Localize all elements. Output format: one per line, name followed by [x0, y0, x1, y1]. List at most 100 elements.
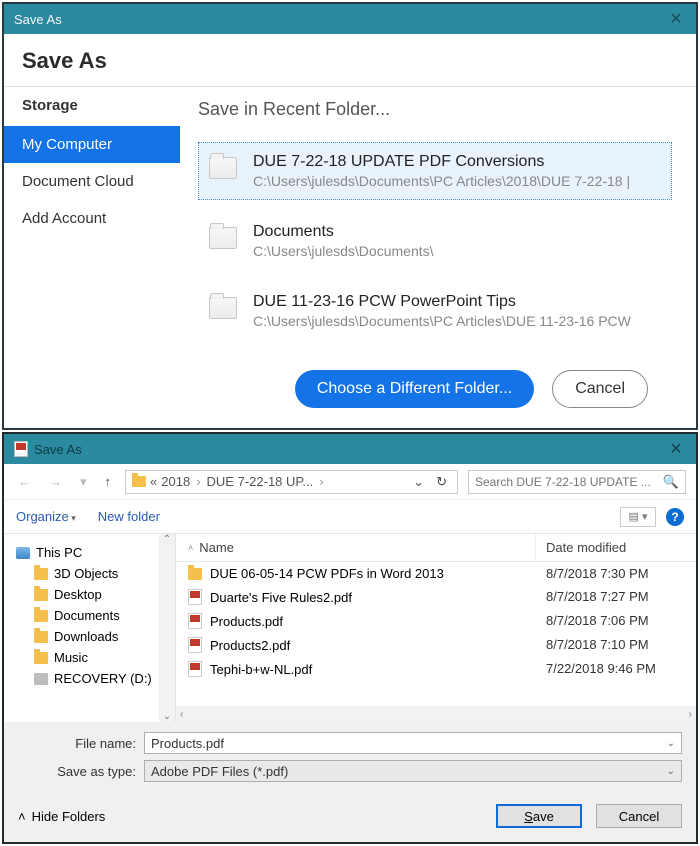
filename-label: File name:	[18, 736, 136, 751]
column-header-date[interactable]: Date modified	[536, 534, 696, 561]
folder-icon	[209, 157, 237, 179]
refresh-icon[interactable]: ↻	[432, 474, 451, 490]
chevron-up-icon: ˄	[18, 809, 26, 824]
folder-icon	[34, 652, 48, 664]
hide-folders-toggle[interactable]: ˄ Hide Folders	[18, 809, 105, 824]
nav-bar: ← → ▾ ↑ « 2018 › DUE 7-22-18 UP... › ⌄ ↻…	[4, 464, 696, 500]
search-icon[interactable]: 🔍	[663, 474, 679, 490]
folder-icon	[132, 476, 146, 487]
window-title: Save As	[34, 442, 82, 457]
storage-sidebar: Storage My Computer Document Cloud Add A…	[4, 87, 180, 428]
folder-tree: This PC 3D Objects Desktop Documents Dow…	[4, 534, 176, 722]
save-as-type-select[interactable]: Adobe PDF Files (*.pdf) ⌄	[144, 760, 682, 782]
storage-header: Storage	[4, 87, 180, 126]
tree-item-recovery-d[interactable]: RECOVERY (D:)	[16, 668, 171, 689]
recent-folder-row[interactable]: Documents C:\Users\julesds\Documents\	[198, 212, 672, 270]
tree-item-label: Downloads	[54, 629, 118, 644]
close-icon[interactable]: ✕	[666, 9, 686, 29]
sidebar-item-add-account[interactable]: Add Account	[4, 200, 180, 237]
cancel-button[interactable]: Cancel	[552, 370, 648, 408]
chevron-right-icon: ›	[194, 474, 202, 489]
breadcrumb-dropdown-icon[interactable]: ⌄	[409, 474, 428, 490]
tree-item-label: 3D Objects	[54, 566, 118, 581]
breadcrumb[interactable]: « 2018 › DUE 7-22-18 UP... › ⌄ ↻	[125, 470, 458, 494]
organize-menu[interactable]: Organize	[16, 509, 76, 524]
breadcrumb-item[interactable]: 2018	[161, 474, 190, 489]
dialog-heading: Save As	[4, 34, 696, 86]
recent-folder-row[interactable]: DUE 11-23-16 PCW PowerPoint Tips C:\User…	[198, 282, 672, 340]
cancel-button[interactable]: Cancel	[596, 804, 682, 828]
tree-scrollbar[interactable]: ⌃⌄	[159, 534, 175, 722]
drive-icon	[34, 673, 48, 685]
file-name: Products.pdf	[210, 614, 283, 629]
file-row[interactable]: DUE 06-05-14 PCW PDFs in Word 2013 8/7/2…	[176, 562, 696, 585]
breadcrumb-prefix[interactable]: «	[150, 474, 157, 489]
tree-item-label: Desktop	[54, 587, 102, 602]
tree-item-downloads[interactable]: Downloads	[16, 626, 171, 647]
file-date: 8/7/2018 7:10 PM	[536, 635, 696, 655]
sidebar-item-my-computer[interactable]: My Computer	[4, 126, 180, 163]
pdf-app-icon	[14, 441, 28, 457]
new-folder-button[interactable]: New folder	[98, 509, 160, 524]
nav-up-icon[interactable]: ↑	[101, 474, 116, 489]
tree-item-desktop[interactable]: Desktop	[16, 584, 171, 605]
view-options-button[interactable]: ▤ ▾	[620, 507, 656, 527]
pdf-file-icon	[188, 613, 202, 629]
close-icon[interactable]: ✕	[666, 439, 686, 459]
folder-name: DUE 7-22-18 UPDATE PDF Conversions	[253, 153, 630, 171]
file-name: DUE 06-05-14 PCW PDFs in Word 2013	[210, 566, 444, 581]
folder-name: DUE 11-23-16 PCW PowerPoint Tips	[253, 293, 631, 311]
help-icon[interactable]: ?	[666, 508, 684, 526]
tree-item-this-pc[interactable]: This PC	[16, 542, 171, 563]
folder-icon	[34, 631, 48, 643]
filename-value: Products.pdf	[151, 736, 224, 751]
chevron-down-icon[interactable]: ⌄	[667, 738, 675, 749]
tree-item-documents[interactable]: Documents	[16, 605, 171, 626]
column-label: Date modified	[546, 540, 626, 555]
file-date: 8/7/2018 7:30 PM	[536, 564, 696, 583]
chevron-right-icon: ›	[317, 474, 325, 489]
file-row[interactable]: Tephi-b+w-NL.pdf 7/22/2018 9:46 PM	[176, 657, 696, 681]
window-title: Save As	[14, 12, 62, 27]
filename-input[interactable]: Products.pdf ⌄	[144, 732, 682, 754]
recent-folders-heading: Save in Recent Folder...	[198, 99, 672, 120]
sidebar-item-label: My Computer	[22, 136, 112, 153]
choose-different-folder-button[interactable]: Choose a Different Folder...	[295, 370, 534, 408]
folder-icon	[34, 568, 48, 580]
folder-icon	[34, 589, 48, 601]
chevron-down-icon[interactable]: ⌄	[667, 766, 675, 777]
column-header-name[interactable]: ˄ Name	[176, 534, 536, 561]
folder-name: Documents	[253, 223, 434, 241]
folder-icon	[209, 227, 237, 249]
recent-folders-pane: Save in Recent Folder... DUE 7-22-18 UPD…	[180, 87, 696, 428]
pdf-file-icon	[188, 637, 202, 653]
file-list-header: ˄ Name Date modified	[176, 534, 696, 562]
pdf-file-icon	[188, 661, 202, 677]
file-date: 8/7/2018 7:27 PM	[536, 587, 696, 607]
sidebar-item-label: Document Cloud	[22, 173, 134, 190]
breadcrumb-item[interactable]: DUE 7-22-18 UP...	[207, 474, 314, 489]
tree-item-3d-objects[interactable]: 3D Objects	[16, 563, 171, 584]
search-box[interactable]: 🔍	[468, 470, 686, 494]
folder-icon	[34, 610, 48, 622]
adobe-save-as-dialog: Save As ✕ Save As Storage My Computer Do…	[2, 2, 698, 430]
recent-folder-row[interactable]: DUE 7-22-18 UPDATE PDF Conversions C:\Us…	[198, 142, 672, 200]
save-as-type-value: Adobe PDF Files (*.pdf)	[151, 764, 288, 779]
nav-forward-icon[interactable]: →	[45, 474, 66, 489]
chevron-down-icon[interactable]: ▾	[76, 474, 91, 490]
file-list-scrollbar[interactable]: ‹›	[176, 706, 696, 722]
search-input[interactable]	[475, 475, 663, 489]
file-row[interactable]: Duarte's Five Rules2.pdf 8/7/2018 7:27 P…	[176, 585, 696, 609]
windows-save-as-dialog: Save As ✕ ← → ▾ ↑ « 2018 › DUE 7-22-18 U…	[2, 432, 698, 844]
save-button[interactable]: Save	[496, 804, 582, 828]
tree-item-label: Music	[54, 650, 88, 665]
folder-icon	[188, 568, 202, 580]
file-list: ˄ Name Date modified DUE 06-05-14 PCW PD…	[176, 534, 696, 722]
sidebar-item-document-cloud[interactable]: Document Cloud	[4, 163, 180, 200]
tree-item-music[interactable]: Music	[16, 647, 171, 668]
tree-item-label: This PC	[36, 545, 82, 560]
nav-back-icon[interactable]: ←	[14, 474, 35, 489]
file-row[interactable]: Products.pdf 8/7/2018 7:06 PM	[176, 609, 696, 633]
file-row[interactable]: Products2.pdf 8/7/2018 7:10 PM	[176, 633, 696, 657]
folder-path: C:\Users\julesds\Documents\PC Articles\2…	[253, 173, 630, 189]
